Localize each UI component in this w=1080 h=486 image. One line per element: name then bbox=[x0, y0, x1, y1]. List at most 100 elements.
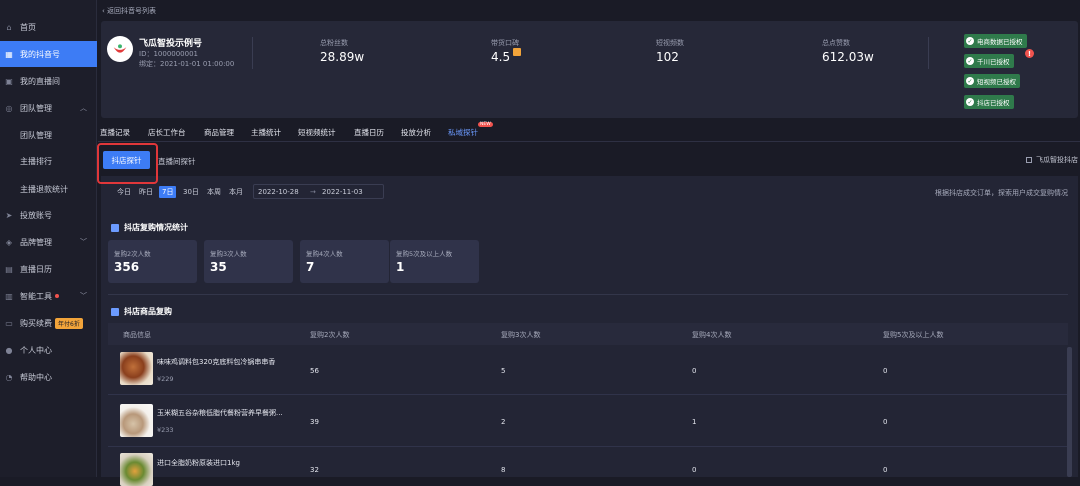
account-id: ID：1000000001 bbox=[139, 50, 198, 58]
auth-badge-qianchuan[interactable]: ✓ 千川已授权 bbox=[964, 54, 1014, 68]
sidebar-item-anchor-rank[interactable]: 主播排行 bbox=[0, 148, 97, 174]
table-cell: 0 bbox=[883, 418, 888, 426]
shop-selector[interactable]: 飞瓜智投抖店 bbox=[1026, 155, 1078, 165]
subtab-live-probe[interactable]: 直播间探针 bbox=[158, 156, 196, 167]
date-yesterday-button[interactable]: 昨日 bbox=[139, 187, 153, 197]
table-scrollbar[interactable] bbox=[1067, 347, 1072, 477]
card-label: 复购5次及以上人数 bbox=[396, 250, 453, 258]
product-name[interactable]: 味味鸡调料包320克底料包冷锅串串香 bbox=[157, 357, 275, 367]
card-value: 1 bbox=[396, 260, 405, 274]
grid-icon: ▦ bbox=[5, 49, 13, 59]
help-icon: ◔ bbox=[5, 372, 13, 382]
product-price: ¥229 bbox=[157, 375, 174, 383]
product-name[interactable]: 玉米糊五谷杂粮低脂代餐粉营养早餐粥... bbox=[157, 408, 283, 418]
back-link[interactable]: ‹ 返回抖音号列表 bbox=[102, 6, 156, 16]
account-bind-time: 绑定：2021-01-01 01:00:00 bbox=[139, 60, 235, 68]
product-thumbnail[interactable] bbox=[120, 352, 153, 385]
tab-divider bbox=[98, 141, 1080, 142]
tab-video-stats[interactable]: 短视频统计 bbox=[298, 127, 336, 138]
sidebar: ⌂ 首页 ▦ 我的抖音号 ▣ 我的直播间 ◎ 团队管理 ︿ 团队管理 主播排行 主播退款统… bbox=[0, 0, 97, 477]
date-7d-button[interactable]: 7日 bbox=[159, 186, 177, 198]
date-month-button[interactable]: 本月 bbox=[229, 187, 243, 197]
chevron-up-icon: ︿ bbox=[80, 104, 87, 112]
sidebar-item-smart-tools[interactable]: ▥ 智能工具 ﹀ bbox=[0, 283, 97, 309]
tab-live-calendar[interactable]: 直播日历 bbox=[354, 127, 384, 138]
auth-badge-ecommerce[interactable]: ✓ 电商数据已授权 bbox=[964, 34, 1027, 48]
sidebar-item-live-calendar[interactable]: ▤ 直播日历 bbox=[0, 256, 97, 282]
chevron-down-icon: ﹀ bbox=[80, 292, 87, 300]
table-cell: 0 bbox=[692, 367, 697, 375]
table-cell: 8 bbox=[501, 466, 506, 474]
stat-value-fans: 28.89w bbox=[320, 50, 365, 64]
card-label: 复购2次人数 bbox=[114, 250, 151, 258]
table-cell: 5 bbox=[501, 367, 506, 375]
stat-value-videos: 102 bbox=[656, 50, 679, 64]
auth-badge-shop[interactable]: ✓ 抖店已授权 bbox=[964, 95, 1014, 109]
card-value: 356 bbox=[114, 260, 140, 274]
tab-anchor-stats[interactable]: 主播统计 bbox=[251, 127, 281, 138]
sidebar-item-my-live[interactable]: ▣ 我的直播间 bbox=[0, 68, 97, 94]
brand-icon: ◈ bbox=[5, 237, 13, 247]
table-cell: 0 bbox=[883, 367, 888, 375]
sidebar-item-home[interactable]: ⌂ 首页 bbox=[0, 14, 97, 40]
column-header: 复购4次人数 bbox=[692, 331, 732, 339]
sidebar-item-team[interactable]: ◎ 团队管理 ︿ bbox=[0, 95, 97, 121]
stat-card: 复购4次人数 7 bbox=[300, 240, 389, 283]
hint-text: 根据抖店成交订单，探索用户成交复购情况 bbox=[935, 189, 1068, 197]
account-logo-icon bbox=[111, 40, 129, 58]
table-cell: 32 bbox=[310, 466, 319, 474]
card-value: 7 bbox=[306, 260, 315, 274]
tab-product-manage[interactable]: 商品管理 bbox=[204, 127, 234, 138]
card-value: 35 bbox=[210, 260, 227, 274]
annotation-highlight-box bbox=[97, 143, 158, 184]
sidebar-item-purchase[interactable]: ▭ 购买续费 年付6折 bbox=[0, 310, 97, 336]
tab-live-records[interactable]: 直播记录 bbox=[100, 127, 130, 138]
chart-icon bbox=[111, 223, 119, 232]
tab-manager-workbench[interactable]: 店长工作台 bbox=[148, 127, 186, 138]
calendar-icon: ▤ bbox=[5, 264, 13, 274]
date-range-picker[interactable]: 2022-10-28 → 2022-11-03 bbox=[253, 184, 384, 199]
sidebar-item-personal[interactable]: ● 个人中心 bbox=[0, 337, 97, 363]
sidebar-item-refund-stats[interactable]: 主播退款统计 bbox=[0, 176, 97, 202]
product-thumbnail[interactable] bbox=[120, 453, 153, 486]
sidebar-item-brand[interactable]: ◈ 品牌管理 ﹀ bbox=[0, 229, 97, 255]
sidebar-item-ad-account[interactable]: ➤ 投放账号 bbox=[0, 202, 97, 228]
tab-private-probe[interactable]: 私域探针 bbox=[448, 127, 478, 138]
table-cell: 39 bbox=[310, 418, 319, 426]
divider bbox=[252, 37, 253, 69]
account-name: 飞瓜智投示例号 bbox=[139, 39, 203, 49]
home-icon: ⌂ bbox=[6, 22, 12, 32]
section-title-products: 抖店商品复购 bbox=[111, 306, 172, 317]
new-badge: NEW bbox=[478, 122, 493, 127]
table-cell: 0 bbox=[883, 466, 888, 474]
date-week-button[interactable]: 本周 bbox=[207, 187, 221, 197]
table-cell: 1 bbox=[692, 418, 697, 426]
send-icon: ➤ bbox=[5, 210, 13, 220]
stat-card: 复购5次及以上人数 1 bbox=[390, 240, 479, 283]
sidebar-item-my-douyin[interactable]: ▦ 我的抖音号 bbox=[0, 41, 97, 67]
warning-icon[interactable]: ! bbox=[1025, 49, 1034, 58]
tab-ad-analysis[interactable]: 投放分析 bbox=[401, 127, 431, 138]
product-thumbnail[interactable] bbox=[120, 404, 153, 437]
arrow-right-icon: → bbox=[310, 188, 316, 196]
column-header: 商品信息 bbox=[123, 331, 151, 339]
discount-badge: 年付6折 bbox=[55, 317, 83, 329]
column-header: 复购5次及以上人数 bbox=[883, 331, 944, 339]
section-divider bbox=[108, 294, 1068, 295]
sidebar-item-team-manage[interactable]: 团队管理 bbox=[0, 122, 97, 148]
stat-value-reputation: 4.5 bbox=[491, 48, 522, 64]
user-icon: ● bbox=[5, 345, 13, 355]
check-icon: ✓ bbox=[966, 77, 974, 85]
check-icon: ✓ bbox=[966, 98, 974, 106]
stat-label-likes: 总点赞数 bbox=[822, 39, 850, 47]
product-name[interactable]: 进口全脂奶粉原装进口1kg bbox=[157, 458, 240, 468]
divider bbox=[928, 37, 929, 69]
date-today-button[interactable]: 今日 bbox=[117, 187, 131, 197]
stat-label-fans: 总粉丝数 bbox=[320, 39, 348, 47]
sidebar-item-help[interactable]: ◔ 帮助中心 bbox=[0, 364, 97, 390]
check-icon: ✓ bbox=[966, 37, 974, 45]
table-cell: 0 bbox=[692, 466, 697, 474]
check-icon: ✓ bbox=[966, 57, 974, 65]
auth-badge-video[interactable]: ✓ 短视频已授权 bbox=[964, 74, 1020, 88]
date-30d-button[interactable]: 30日 bbox=[183, 187, 199, 197]
